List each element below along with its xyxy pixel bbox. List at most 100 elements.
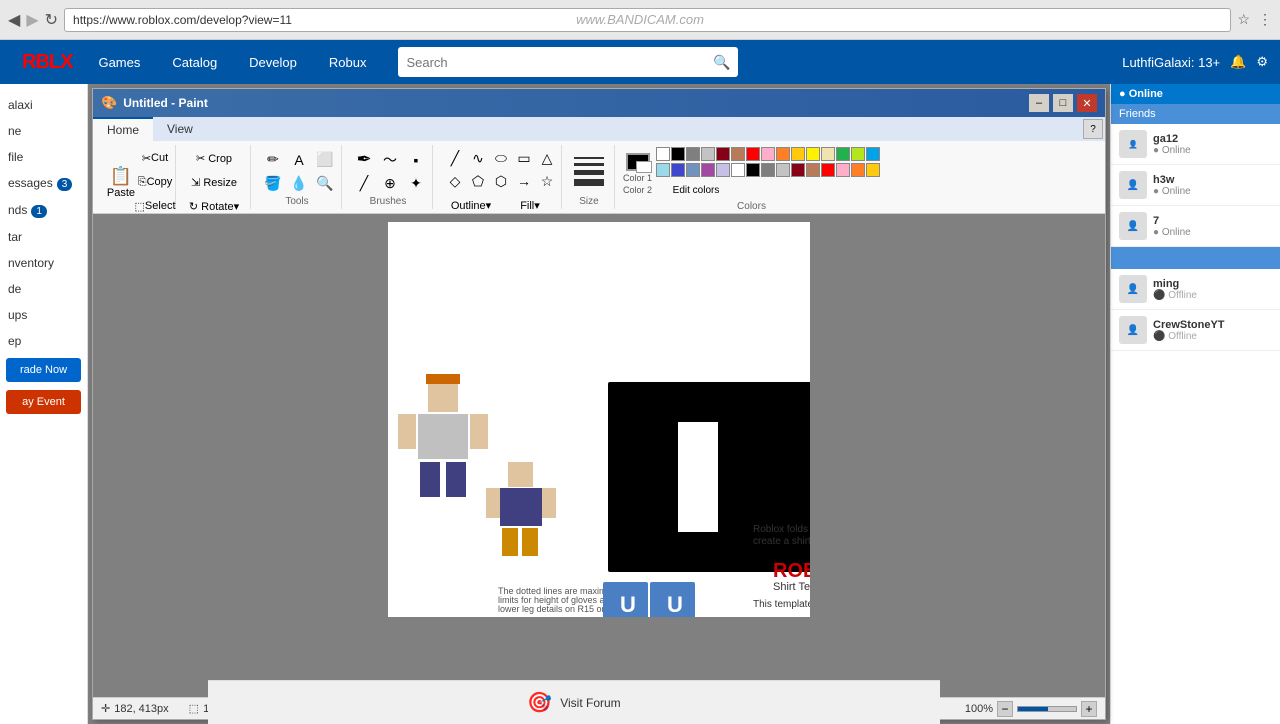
brush1-button[interactable]: ✒ <box>350 149 378 171</box>
color-swatch[interactable] <box>716 147 730 161</box>
url-bar[interactable]: https://www.roblox.com/develop?view=11 <box>64 8 1231 32</box>
color-swatch[interactable] <box>866 163 880 177</box>
color-swatch[interactable] <box>686 163 700 177</box>
nav-robux[interactable]: Robux <box>313 40 383 84</box>
tab-home[interactable]: Home <box>93 117 153 141</box>
settings-icon[interactable]: ⚙ <box>1256 54 1268 70</box>
sidebar-item-0[interactable]: alaxi <box>0 92 87 118</box>
color-swatch[interactable] <box>761 163 775 177</box>
tab-view[interactable]: View <box>153 117 207 141</box>
sidebar-item-5[interactable]: tar <box>0 224 87 250</box>
close-button[interactable]: ✕ <box>1077 94 1097 112</box>
outline-button[interactable]: Outline▾ <box>441 194 501 216</box>
color-swatch[interactable] <box>776 147 790 161</box>
color-swatch[interactable] <box>701 147 715 161</box>
nav-develop[interactable]: Develop <box>233 40 313 84</box>
size-2[interactable] <box>574 163 604 166</box>
eraser-button[interactable]: ⬜ <box>311 149 339 171</box>
event-button[interactable]: ay Event <box>6 390 81 414</box>
resize-button[interactable]: ⇲ Resize <box>184 171 244 193</box>
zoom-out-button[interactable]: − <box>997 701 1013 717</box>
forward-icon[interactable]: ▶ <box>26 10 38 30</box>
nav-catalog[interactable]: Catalog <box>156 40 233 84</box>
color-swatch[interactable] <box>656 147 670 161</box>
nav-games[interactable]: Games <box>82 40 156 84</box>
color-swatch[interactable] <box>836 163 850 177</box>
roblox-logo[interactable]: RBLX <box>12 47 82 78</box>
canvas-area[interactable]: TORSO Roblox folds up these faces to cre… <box>93 214 1105 697</box>
maximize-button[interactable]: □ <box>1053 94 1073 112</box>
sidebar-item-9[interactable]: ep <box>0 328 87 354</box>
color-swatch[interactable] <box>686 147 700 161</box>
sidebar-item-8[interactable]: ups <box>0 302 87 328</box>
text-button[interactable]: A <box>285 149 313 171</box>
zoom-slider[interactable] <box>1017 706 1077 712</box>
crop-button[interactable]: ✂ Crop <box>184 147 244 169</box>
zoom-button[interactable]: 🔍 <box>311 173 339 195</box>
edit-colors-button[interactable]: Edit colors <box>656 179 736 201</box>
sidebar-item-4[interactable]: nds1 <box>0 197 87 224</box>
color-swatch[interactable] <box>701 163 715 177</box>
search-box[interactable]: 🔍 <box>398 47 738 77</box>
color-swatch[interactable] <box>776 163 790 177</box>
refresh-icon[interactable]: ↻ <box>45 10 58 30</box>
minimize-button[interactable]: – <box>1029 94 1049 112</box>
color-swatch[interactable] <box>806 147 820 161</box>
sidebar-item-7[interactable]: de <box>0 276 87 302</box>
brush3-button[interactable]: ▪ <box>402 149 430 171</box>
color-swatch[interactable] <box>836 147 850 161</box>
search-input[interactable] <box>406 55 713 70</box>
visit-forum-bar[interactable]: 🎯 Visit Forum <box>208 680 940 724</box>
color1-swatch[interactable] <box>626 153 650 171</box>
colorpicker-button[interactable]: 💧 <box>285 173 313 195</box>
tri-shape[interactable]: △ <box>533 147 561 169</box>
chat-user-4[interactable]: 👤 CrewStoneYT ⚫ Offline <box>1111 310 1280 351</box>
zoom-in-button[interactable]: + <box>1081 701 1097 717</box>
chat-user-3[interactable]: 👤 ming ⚫ Offline <box>1111 269 1280 310</box>
color-swatch[interactable] <box>731 163 745 177</box>
shirt-template-canvas[interactable]: TORSO Roblox folds up these faces to cre… <box>388 222 810 617</box>
chat-user-2[interactable]: 👤 7 ● Online <box>1111 206 1280 247</box>
color-swatch[interactable] <box>671 163 685 177</box>
color-swatch[interactable] <box>671 147 685 161</box>
brush6-button[interactable]: ✦ <box>402 173 430 195</box>
color-swatch[interactable] <box>761 147 775 161</box>
color-swatch[interactable] <box>656 163 670 177</box>
fill-button[interactable]: 🪣 <box>259 173 287 195</box>
color-swatch[interactable] <box>716 163 730 177</box>
sidebar-item-6[interactable]: nventory <box>0 250 87 276</box>
brush4-button[interactable]: ╱ <box>350 173 378 195</box>
copy-button[interactable]: ⎘ Copy <box>141 171 169 193</box>
color-swatch[interactable] <box>851 147 865 161</box>
chat-user-0[interactable]: 👤 ga12 ● Online <box>1111 124 1280 165</box>
menu-icon[interactable]: ⋮ <box>1258 11 1272 28</box>
color-swatch[interactable] <box>821 147 835 161</box>
help-icon[interactable]: ? <box>1083 119 1103 139</box>
size-3[interactable] <box>574 170 604 175</box>
sidebar-item-1[interactable]: ne <box>0 118 87 144</box>
upgrade-button[interactable]: rade Now <box>6 358 81 382</box>
color-swatch[interactable] <box>791 163 805 177</box>
color-swatch[interactable] <box>791 147 805 161</box>
back-icon[interactable]: ◀ <box>8 10 20 30</box>
color-swatch[interactable] <box>731 147 745 161</box>
size-1[interactable] <box>574 157 604 159</box>
color-swatch[interactable] <box>746 163 760 177</box>
fill-shape-button[interactable]: Fill▾ <box>505 194 555 216</box>
star-icon[interactable]: ☆ <box>1237 11 1250 28</box>
sidebar-item-3[interactable]: essages3 <box>0 170 87 197</box>
chat-user-1[interactable]: 👤 h3w ● Online <box>1111 165 1280 206</box>
color-swatch[interactable] <box>851 163 865 177</box>
color-swatch[interactable] <box>746 147 760 161</box>
paste-button[interactable]: 📋 Paste <box>103 162 139 202</box>
size-4[interactable] <box>574 179 604 186</box>
color-swatch[interactable] <box>806 163 820 177</box>
brush5-button[interactable]: ⊕ <box>376 173 404 195</box>
star-shape[interactable]: ☆ <box>533 170 561 192</box>
color-swatch[interactable] <box>821 163 835 177</box>
pencil-button[interactable]: ✏ <box>259 149 287 171</box>
sidebar-item-2[interactable]: file <box>0 144 87 170</box>
color-swatch[interactable] <box>866 147 880 161</box>
notifications-icon[interactable]: 🔔 <box>1230 54 1246 70</box>
brush2-button[interactable]: 〜 <box>376 149 404 171</box>
